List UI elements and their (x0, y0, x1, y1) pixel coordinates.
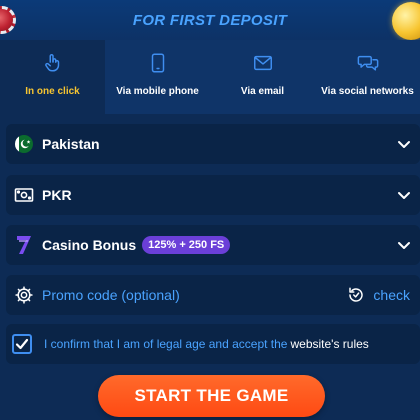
country-value: Pakistan (42, 136, 100, 152)
check-label: check (373, 287, 410, 303)
tab-label: Via social networks (321, 86, 414, 97)
pakistan-flag-icon (6, 134, 42, 154)
chevron-down-icon[interactable] (396, 237, 412, 253)
bonus-value: Casino Bonus (42, 237, 137, 253)
bonus-badge: 125% + 250 FS (142, 236, 231, 254)
header-band: FOR FIRST DEPOSIT (0, 0, 420, 40)
mobile-phone-icon (151, 53, 164, 73)
currency-value: PKR (42, 187, 72, 203)
gear-icon (6, 285, 42, 305)
website-rules-link[interactable]: website's rules (290, 337, 368, 351)
chat-bubbles-icon (357, 55, 378, 71)
pointer-hand-icon (44, 54, 59, 72)
gold-coin-icon (392, 2, 420, 40)
start-game-button[interactable]: START THE GAME (98, 375, 325, 417)
tab-one-click[interactable]: In one click (0, 40, 105, 114)
promo-code-field[interactable]: Promo code (optional) check (6, 275, 420, 315)
age-confirm-row: I confirm that I am of legal age and acc… (6, 324, 420, 364)
tab-label: In one click (25, 86, 80, 97)
banknote-icon (6, 187, 42, 203)
tab-email[interactable]: Via email (210, 40, 315, 114)
checkmark-icon (15, 338, 29, 350)
tab-social-networks[interactable]: Via social networks (315, 40, 420, 114)
envelope-icon (253, 55, 272, 71)
age-confirm-text: I confirm that I am of legal age and acc… (44, 337, 288, 351)
tab-label: Via email (240, 86, 285, 97)
refresh-icon (349, 287, 364, 302)
casino-seven-icon (6, 234, 42, 256)
tab-mobile-phone[interactable]: Via mobile phone (105, 40, 210, 114)
promo-check-button[interactable]: check (347, 286, 410, 304)
deposit-title: FOR FIRST DEPOSIT (132, 12, 288, 29)
currency-select[interactable]: PKR (6, 175, 420, 215)
bonus-select[interactable]: Casino Bonus 125% + 250 FS (6, 225, 420, 265)
chevron-down-icon[interactable] (396, 136, 412, 152)
promo-code-placeholder[interactable]: Promo code (optional) (42, 287, 180, 303)
chevron-down-icon[interactable] (396, 187, 412, 203)
registration-tabs: In one click Via mobile phone Via email … (0, 40, 420, 114)
tab-label: Via mobile phone (116, 86, 199, 97)
age-confirm-checkbox[interactable] (12, 334, 32, 354)
country-select[interactable]: Pakistan (6, 124, 420, 164)
